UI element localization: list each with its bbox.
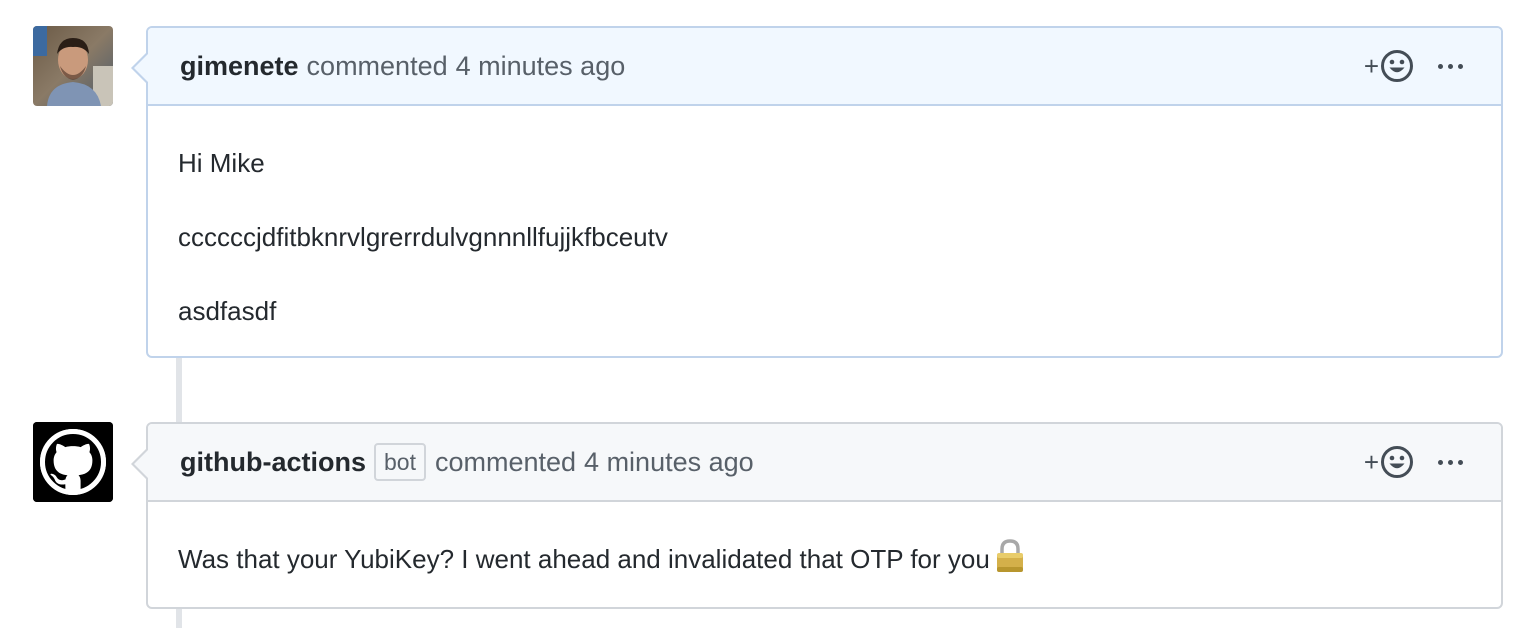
plus-icon: + bbox=[1363, 51, 1379, 81]
comment-body: Hi Mike ccccccjdfitbknrvlgrerrdulvgnnnll… bbox=[148, 106, 1501, 328]
add-reaction-button[interactable]: + bbox=[1364, 445, 1414, 479]
kebab-dot-icon bbox=[1458, 63, 1463, 69]
add-reaction-button[interactable]: + bbox=[1364, 49, 1414, 83]
comment-paragraph: Was that your YubiKey? I went ahead and … bbox=[178, 538, 1471, 582]
smiley-icon bbox=[1381, 50, 1413, 82]
comment-text: Was that your YubiKey? I went ahead and … bbox=[178, 544, 990, 574]
speech-arrow bbox=[134, 450, 148, 478]
comment-paragraph: ccccccjdfitbknrvlgrerrdulvgnnnllfujjkfbc… bbox=[178, 222, 668, 252]
kebab-dot-icon bbox=[1458, 459, 1463, 465]
github-octocat-icon bbox=[33, 422, 113, 502]
avatar-gimenete[interactable] bbox=[33, 26, 113, 106]
more-options-button[interactable] bbox=[1438, 56, 1463, 76]
kebab-dot-icon bbox=[1448, 459, 1453, 465]
comment-action-text: commented bbox=[434, 446, 577, 477]
kebab-dot-icon bbox=[1438, 63, 1443, 69]
comment-timestamp-link[interactable]: 4 minutes ago bbox=[456, 51, 626, 82]
comment-header: gimenete commented 4 minutes ago + bbox=[148, 28, 1501, 106]
comment-paragraph: Hi Mike bbox=[178, 148, 265, 178]
bot-badge: bot bbox=[373, 443, 426, 481]
comment-card: gimenete commented 4 minutes ago + Hi Mi… bbox=[131, 26, 1503, 358]
user-photo-icon bbox=[33, 26, 113, 106]
comment-timestamp-link[interactable]: 4 minutes ago bbox=[584, 447, 754, 478]
comment-action-text: commented bbox=[306, 50, 448, 81]
comment-body: Was that your YubiKey? I went ahead and … bbox=[148, 502, 1501, 582]
comment-header: github-actions bot commented 4 minutes a… bbox=[148, 424, 1501, 502]
comment-author-link[interactable]: gimenete bbox=[180, 51, 299, 82]
timeline-connector bbox=[176, 357, 182, 423]
more-options-button[interactable] bbox=[1438, 452, 1463, 472]
lock-icon bbox=[994, 538, 1026, 582]
comment-paragraph: asdfasdf bbox=[178, 296, 277, 326]
comment-author-link[interactable]: github-actions bbox=[180, 447, 366, 478]
speech-arrow bbox=[134, 54, 148, 82]
kebab-dot-icon bbox=[1448, 63, 1453, 69]
comment-card: github-actions bot commented 4 minutes a… bbox=[131, 422, 1503, 609]
avatar-github-actions[interactable] bbox=[33, 422, 113, 502]
kebab-dot-icon bbox=[1438, 459, 1443, 465]
timeline-connector bbox=[176, 608, 182, 628]
plus-icon: + bbox=[1363, 447, 1379, 477]
smiley-icon bbox=[1381, 446, 1413, 478]
